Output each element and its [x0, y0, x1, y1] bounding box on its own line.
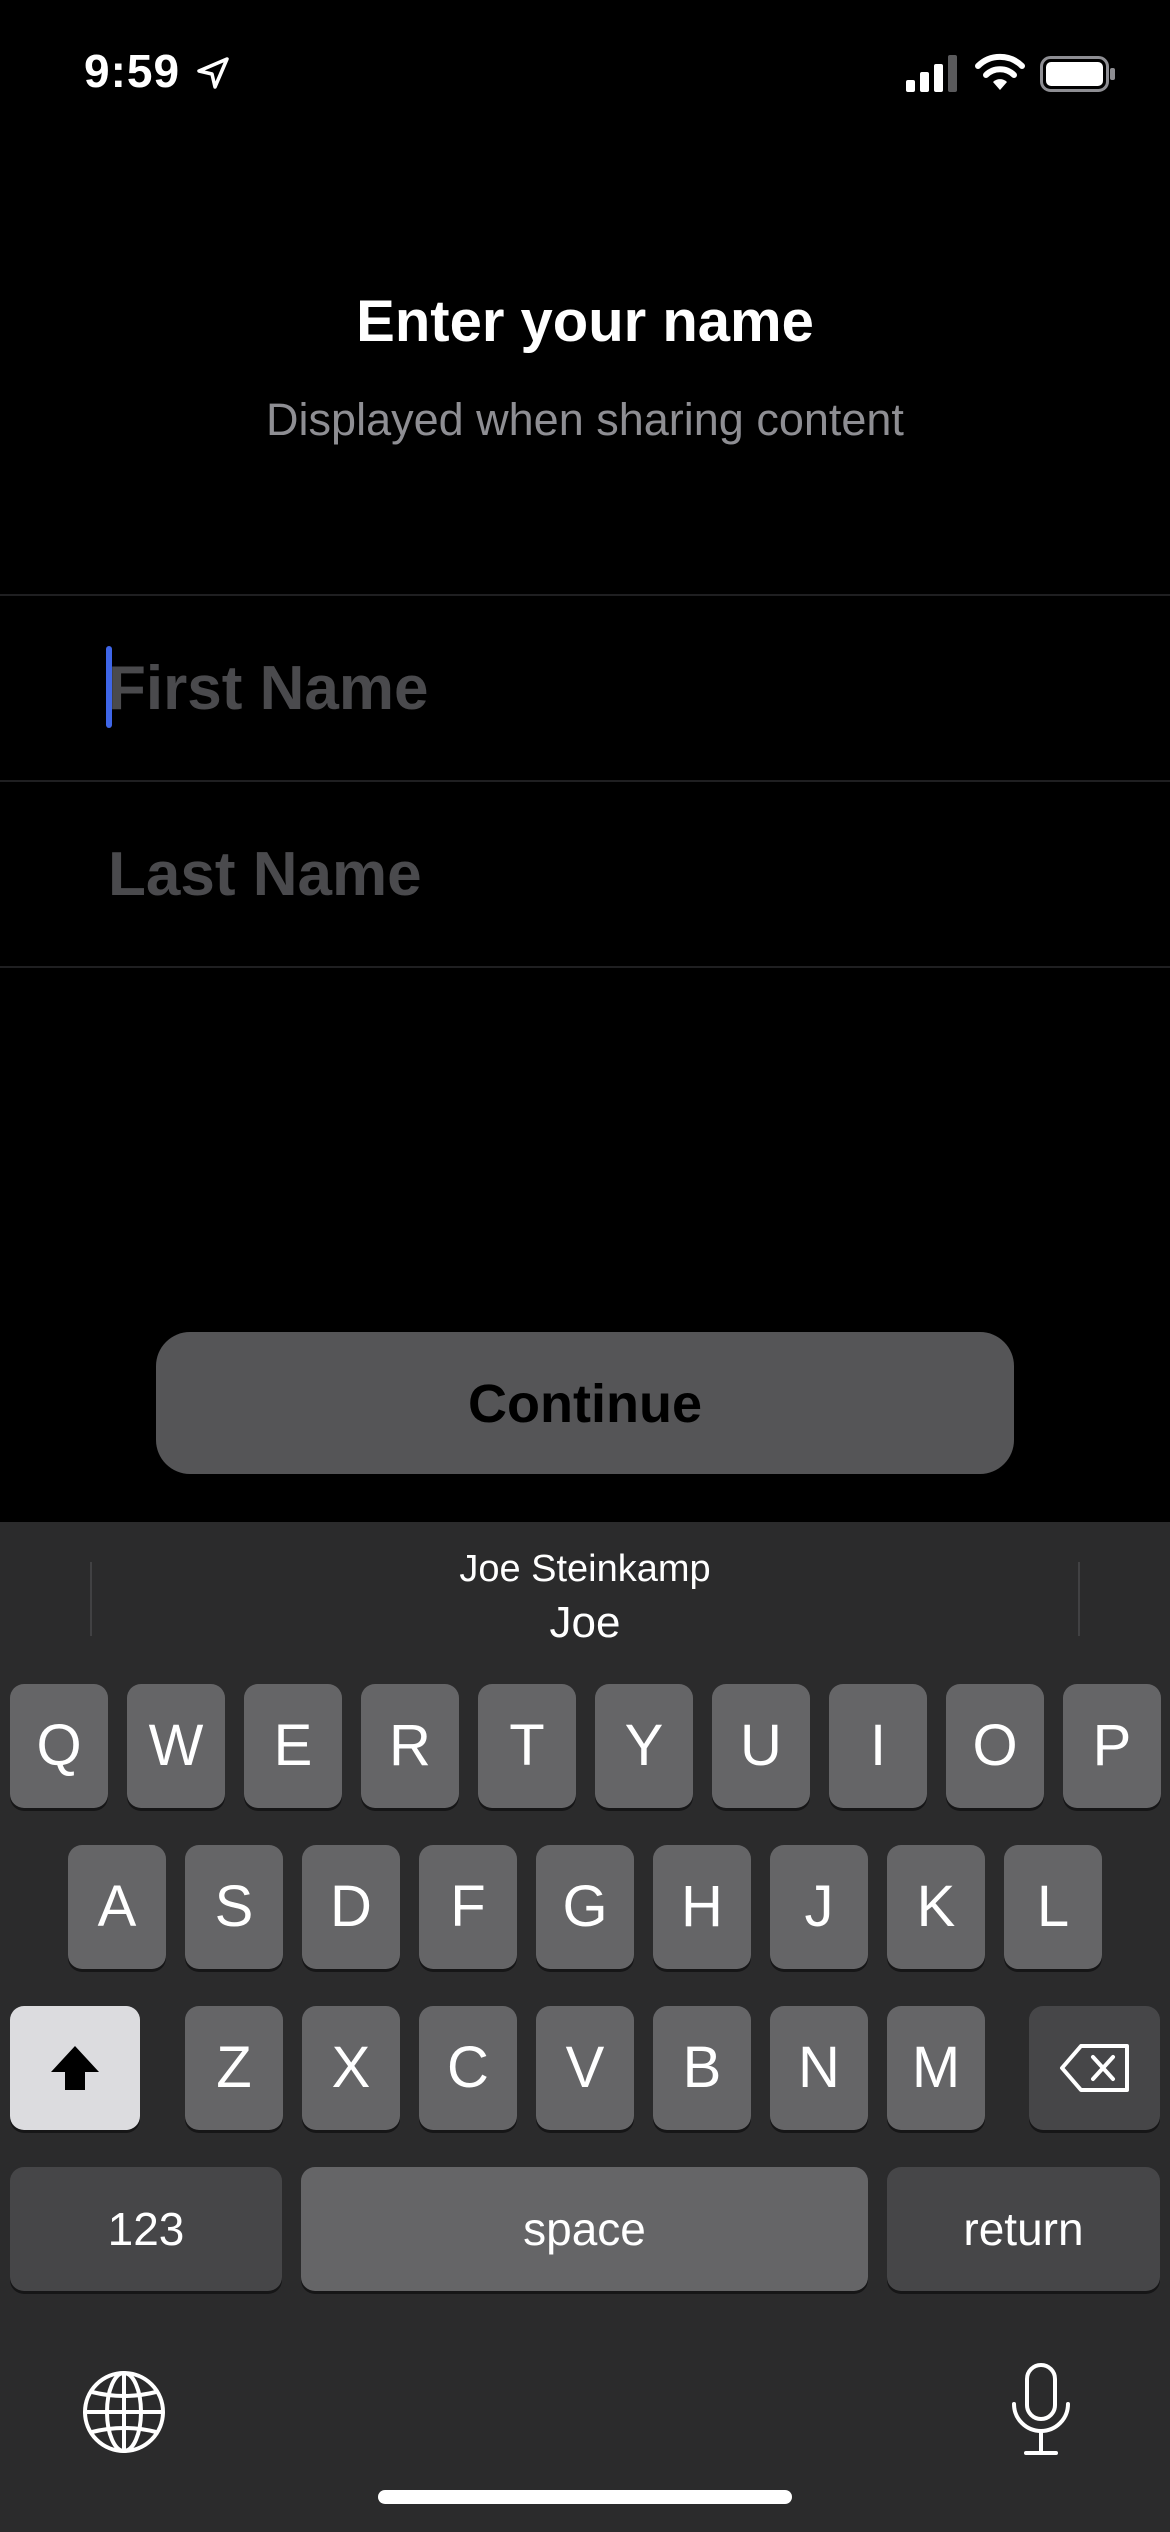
key-v[interactable]: V	[536, 2006, 634, 2130]
home-indicator	[378, 2490, 792, 2504]
shift-icon	[51, 2046, 99, 2090]
key-b[interactable]: B	[653, 2006, 751, 2130]
key-e[interactable]: E	[244, 1684, 342, 1808]
key-c[interactable]: C	[419, 2006, 517, 2130]
location-arrow-icon	[197, 57, 229, 89]
divider	[0, 966, 1170, 968]
return-key[interactable]: return	[887, 2167, 1160, 2291]
key-s[interactable]: S	[185, 1845, 283, 1969]
key-p[interactable]: P	[1063, 1684, 1161, 1808]
shift-key[interactable]	[10, 2006, 140, 2130]
key-r[interactable]: R	[361, 1684, 459, 1808]
last-name-input[interactable]	[108, 782, 1108, 966]
status-bar: 9:59	[0, 0, 1170, 150]
globe-icon[interactable]	[80, 2368, 168, 2456]
key-d[interactable]: D	[302, 1845, 400, 1969]
first-name-row	[0, 596, 1170, 780]
key-x[interactable]: X	[302, 2006, 400, 2130]
key-h[interactable]: H	[653, 1845, 751, 1969]
continue-button[interactable]: Continue	[156, 1332, 1014, 1474]
backspace-key[interactable]	[1029, 2006, 1160, 2130]
battery-icon	[1040, 56, 1115, 92]
key-f[interactable]: F	[419, 1845, 517, 1969]
suggestion-bar: Joe Steinkamp Joe	[0, 1522, 1170, 1672]
key-y[interactable]: Y	[595, 1684, 693, 1808]
numbers-key[interactable]: 123	[10, 2167, 282, 2291]
key-k[interactable]: K	[887, 1845, 985, 1969]
status-time: 9:59	[84, 45, 181, 97]
key-w[interactable]: W	[127, 1684, 225, 1808]
key-j[interactable]: J	[770, 1845, 868, 1969]
suggestion-contact[interactable]: Joe Steinkamp	[0, 1548, 1170, 1591]
key-l[interactable]: L	[1004, 1845, 1102, 1969]
last-name-row	[0, 782, 1170, 966]
key-n[interactable]: N	[770, 2006, 868, 2130]
key-i[interactable]: I	[829, 1684, 927, 1808]
backspace-icon	[1059, 2044, 1129, 2092]
suggestion-name[interactable]: Joe	[0, 1598, 1170, 1648]
key-u[interactable]: U	[712, 1684, 810, 1808]
page-subtitle: Displayed when sharing content	[266, 394, 904, 445]
microphone-icon[interactable]	[1006, 2362, 1076, 2458]
text-caret	[106, 646, 112, 728]
key-q[interactable]: Q	[10, 1684, 108, 1808]
wifi-icon	[975, 53, 1025, 90]
key-t[interactable]: T	[478, 1684, 576, 1808]
key-a[interactable]: A	[68, 1845, 166, 1969]
space-key[interactable]: space	[301, 2167, 868, 2291]
key-g[interactable]: G	[536, 1845, 634, 1969]
key-z[interactable]: Z	[185, 2006, 283, 2130]
key-m[interactable]: M	[887, 2006, 985, 2130]
first-name-input[interactable]	[108, 596, 1108, 780]
key-o[interactable]: O	[946, 1684, 1044, 1808]
page-title: Enter your name	[356, 289, 814, 354]
cellular-signal-icon	[906, 55, 957, 92]
